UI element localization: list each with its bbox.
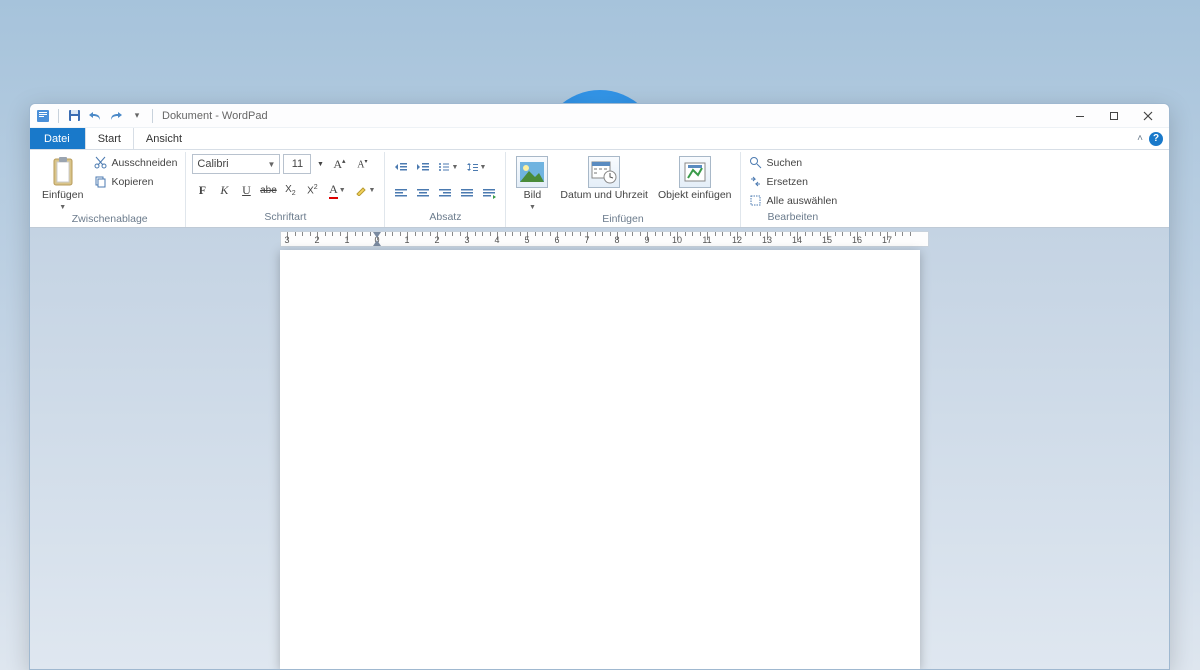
group-label: Schriftart [192,211,378,227]
replace-button[interactable]: Ersetzen [747,173,840,190]
group-label: Bearbeiten [747,211,840,227]
collapse-ribbon-button[interactable]: ˄ [1137,133,1143,144]
calendar-clock-icon [588,156,620,188]
paragraph-dialog-button[interactable] [479,183,499,203]
document-area: 32101234567891011121314151617 [30,228,1169,669]
quick-access-toolbar: ▾ [34,107,156,125]
font-size-dropdown[interactable]: ▼ [314,154,326,174]
decrease-indent-button[interactable] [391,157,411,177]
undo-button[interactable] [86,107,104,125]
search-icon [749,156,763,170]
align-justify-button[interactable] [457,183,477,203]
paste-button[interactable]: Einfügen ▼ [40,154,85,213]
group-editing: Suchen Ersetzen Alle auswählen Bearbeite… [741,152,846,227]
cut-button[interactable]: Ausschneiden [91,154,179,171]
group-label: Einfügen [512,213,733,227]
highlighter-icon [355,184,367,196]
app-icon[interactable] [34,107,52,125]
page-canvas[interactable] [280,250,920,669]
insert-picture-button[interactable]: Bild ▼ [512,154,552,213]
maximize-button[interactable] [1097,105,1131,127]
object-icon [679,156,711,188]
underline-button[interactable]: U [236,180,256,200]
increase-indent-button[interactable] [413,157,433,177]
select-all-button[interactable]: Alle auswählen [747,192,840,209]
group-label: Absatz [391,211,499,227]
separator [152,109,153,123]
font-name-combo[interactable]: Calibri▼ [192,154,280,174]
group-clipboard: Einfügen ▼ Ausschneiden Kopieren [34,152,186,227]
tab-file[interactable]: Datei [30,128,85,149]
group-paragraph: ▼ ▼ Absatz [385,152,506,227]
save-button[interactable] [65,107,83,125]
italic-button[interactable]: K [214,180,234,200]
redo-button[interactable] [107,107,125,125]
qat-customize-button[interactable]: ▾ [128,107,146,125]
superscript-button[interactable]: X2 [302,180,322,200]
bullets-button[interactable]: ▼ [435,157,461,177]
align-right-button[interactable] [435,183,455,203]
window-title: Dokument - WordPad [162,110,268,122]
group-label: Zwischenablage [40,213,179,227]
separator [58,109,59,123]
insert-object-button[interactable]: Objekt einfügen [656,154,734,204]
close-button[interactable] [1131,105,1165,127]
grow-font-button[interactable]: A▴ [329,154,349,174]
strikethrough-button[interactable]: abe [258,180,278,200]
replace-icon [749,175,763,189]
tab-home[interactable]: Start [85,128,134,149]
subscript-button[interactable]: X2 [280,180,300,200]
ribbon-tabs: Datei Start Ansicht ˄ ? [30,128,1169,150]
copy-icon [93,175,107,189]
help-button[interactable]: ? [1149,132,1163,146]
highlight-button[interactable]: ▼ [352,180,378,200]
find-button[interactable]: Suchen [747,154,840,171]
ribbon: Einfügen ▼ Ausschneiden Kopieren [30,150,1169,228]
minimize-button[interactable] [1063,105,1097,127]
bold-button[interactable]: F [192,180,212,200]
group-font: Calibri▼ 11 ▼ A▴ A▾ F K U abe X2 X2 [186,152,385,227]
group-insert: Bild ▼ Datum und Uhrzeit Objekt einfügen… [506,152,740,227]
clipboard-icon [49,156,77,188]
tab-view[interactable]: Ansicht [134,128,195,149]
line-spacing-button[interactable]: ▼ [463,157,489,177]
titlebar: ▾ Dokument - WordPad [30,104,1169,128]
font-color-button[interactable]: A▼ [324,180,350,200]
shrink-font-button[interactable]: A▾ [352,154,372,174]
picture-icon [516,156,548,188]
select-all-icon [749,194,763,208]
scissors-icon [93,156,107,170]
insert-datetime-button[interactable]: Datum und Uhrzeit [558,154,650,204]
horizontal-ruler[interactable]: 32101234567891011121314151617 [280,231,929,247]
wordpad-window: ▾ Dokument - WordPad Datei Start Ansicht… [29,103,1170,670]
align-center-button[interactable] [413,183,433,203]
copy-button[interactable]: Kopieren [91,173,179,190]
align-left-button[interactable] [391,183,411,203]
font-size-combo[interactable]: 11 [283,154,311,174]
